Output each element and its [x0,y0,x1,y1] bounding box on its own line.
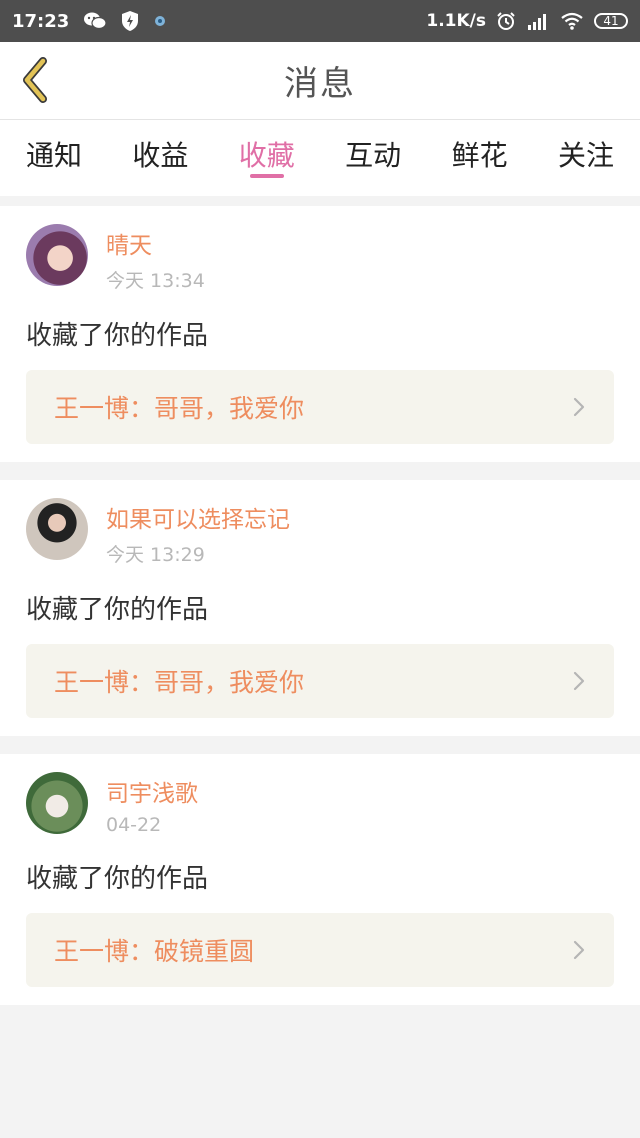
wechat-icon [83,11,107,31]
message-time: 今天 13:29 [106,544,205,566]
status-bar: 17:23 1.1K/s 41 [0,0,640,42]
work-link[interactable]: 王一博：破镜重圆 [26,913,614,987]
tab-follows[interactable]: 关注 [558,120,614,196]
message-action: 收藏了你的作品 [26,595,209,625]
avatar[interactable] [26,224,88,286]
work-link[interactable]: 王一博：哥哥，我爱你 [26,370,614,444]
tab-favorites[interactable]: 收藏 [239,120,295,196]
tab-interactions[interactable]: 互动 [345,120,401,196]
tab-notifications[interactable]: 通知 [26,120,82,196]
battery-icon: 41 [594,13,628,29]
message-card: 司宇浅歌 04-22 收藏了你的作品 王一博：破镜重圆 [0,754,640,1005]
message-time: 04-22 [106,814,162,836]
message-card: 如果可以选择忘记 今天 13:29 收藏了你的作品 王一博：哥哥，我爱你 [0,480,640,736]
message-card: 晴天 今天 13:34 收藏了你的作品 王一博：哥哥，我爱你 [0,206,640,462]
wifi-icon [560,11,584,31]
work-title: 王一博：破镜重圆 [54,937,255,966]
message-action: 收藏了你的作品 [26,321,209,351]
chevron-right-icon [572,396,586,418]
alarm-icon [496,11,516,31]
tab-flowers[interactable]: 鲜花 [452,120,508,196]
work-title: 王一博：哥哥，我爱你 [54,668,305,697]
work-link[interactable]: 王一博：哥哥，我爱你 [26,644,614,718]
message-time: 今天 13:34 [106,270,205,292]
app-header: 消息 [0,42,640,120]
app-notify-icon [153,14,167,28]
page-title: 消息 [284,64,356,104]
avatar[interactable] [26,498,88,560]
chevron-right-icon [572,670,586,692]
user-name[interactable]: 司宇浅歌 [106,774,198,808]
back-button[interactable] [14,56,54,104]
battery-level: 41 [603,14,619,28]
chevron-left-icon [23,57,47,103]
work-title: 王一博：哥哥，我爱你 [54,394,305,423]
status-time: 17:23 [12,10,70,32]
message-action: 收藏了你的作品 [26,864,209,894]
user-name[interactable]: 晴天 [106,226,205,260]
net-speed: 1.1K/s [426,11,486,31]
avatar[interactable] [26,772,88,834]
tab-earnings[interactable]: 收益 [132,120,188,196]
signal-icon [526,11,550,31]
chevron-right-icon [572,939,586,961]
shield-bolt-icon [121,10,139,32]
tab-bar: 通知 收益 收藏 互动 鲜花 关注 [0,120,640,196]
user-name[interactable]: 如果可以选择忘记 [106,500,290,534]
